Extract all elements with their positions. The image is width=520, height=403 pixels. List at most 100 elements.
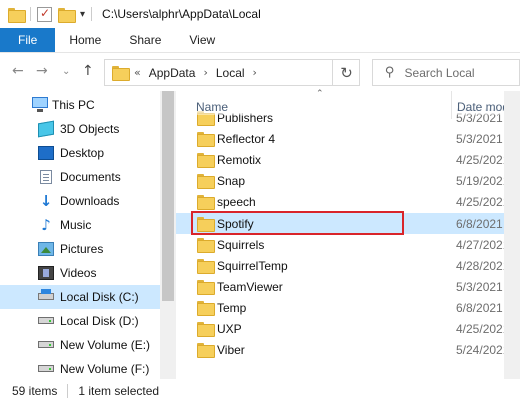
item-name: UXP bbox=[217, 322, 242, 336]
nav-label: Documents bbox=[60, 170, 121, 184]
item-name: Temp bbox=[217, 301, 247, 315]
nav-item-music[interactable]: ♪ Music bbox=[0, 213, 160, 237]
folder-icon bbox=[197, 238, 215, 253]
nav-item-videos[interactable]: Videos bbox=[0, 261, 160, 285]
list-item[interactable]: UXP 4/25/2021 12 bbox=[176, 318, 520, 339]
documents-icon bbox=[40, 170, 52, 184]
folder-icon bbox=[197, 174, 215, 189]
navigation-pane: This PC 3D Objects Desktop Documents ↓ D… bbox=[0, 91, 176, 379]
breadcrumb-local[interactable]: Local bbox=[216, 66, 245, 80]
list-item[interactable]: TeamViewer 5/3/2021 12 bbox=[176, 276, 520, 297]
back-arrow-icon[interactable]: ← bbox=[12, 63, 24, 79]
drive-icon bbox=[38, 317, 54, 324]
folder-icon bbox=[112, 66, 130, 81]
folder-icon bbox=[197, 132, 215, 147]
list-item[interactable]: speech 4/25/2021 12 bbox=[176, 191, 520, 212]
item-name: Viber bbox=[217, 343, 245, 357]
nav-item-new-volume-e[interactable]: New Volume (E:) bbox=[0, 333, 160, 357]
search-input[interactable]: ⚲ Search Local bbox=[372, 59, 520, 86]
nav-item-downloads[interactable]: ↓ Downloads bbox=[0, 189, 160, 213]
list-item[interactable]: SquirrelTemp 4/28/2021 12 bbox=[176, 255, 520, 276]
folder-icon bbox=[197, 195, 215, 210]
customize-toolbar-icon[interactable]: ▾ bbox=[80, 9, 85, 20]
item-name: Squirrels bbox=[217, 238, 265, 252]
address-bar[interactable]: « AppData › Local › bbox=[104, 59, 360, 86]
list-item[interactable]: Snap 5/19/2021 12 bbox=[176, 170, 520, 191]
drive-icon bbox=[38, 365, 54, 372]
pictures-icon bbox=[38, 242, 54, 256]
nav-label: New Volume (F:) bbox=[60, 362, 150, 376]
list-item[interactable]: Temp 6/8/2021 12 bbox=[176, 297, 520, 318]
drive-icon bbox=[38, 341, 54, 348]
selection-count: 1 item selected bbox=[78, 384, 160, 398]
nav-scrollbar[interactable] bbox=[160, 91, 176, 379]
search-icon: ⚲ bbox=[385, 65, 395, 80]
refresh-icon: ↻ bbox=[340, 63, 353, 82]
item-name: Spotify bbox=[217, 217, 254, 231]
recent-locations-icon[interactable]: ⌄ bbox=[62, 66, 70, 77]
toolbar-divider bbox=[30, 7, 31, 21]
nav-label: Local Disk (C:) bbox=[60, 290, 139, 304]
address-row: ← → ⌄ ↑ « AppData › Local › ↻ ⚲ Search L… bbox=[0, 53, 520, 91]
nav-item-local-disk-d[interactable]: Local Disk (D:) bbox=[0, 309, 160, 333]
nav-item-3d-objects[interactable]: 3D Objects bbox=[0, 117, 160, 141]
file-list: ⌃ Name Date modifi Publishers 5/3/2021 1… bbox=[176, 91, 520, 379]
computer-icon bbox=[32, 97, 48, 112]
column-name-label[interactable]: Name bbox=[196, 100, 228, 114]
forward-arrow-icon[interactable]: → bbox=[36, 63, 48, 79]
nav-label: Desktop bbox=[60, 146, 105, 160]
tab-home[interactable]: Home bbox=[55, 28, 115, 52]
nav-item-local-disk-c[interactable]: Local Disk (C:) bbox=[0, 285, 160, 309]
folder-icon bbox=[197, 259, 215, 274]
nav-item-new-volume-f[interactable]: New Volume (F:) bbox=[0, 357, 160, 379]
chevron-right-icon[interactable]: › bbox=[203, 66, 207, 79]
nav-label: Music bbox=[60, 218, 92, 232]
tab-file[interactable]: File bbox=[0, 28, 56, 52]
list-item[interactable]: Viber 5/24/2021 12 bbox=[176, 339, 520, 360]
status-bar: 59 items 1 item selected bbox=[0, 379, 520, 403]
title-divider bbox=[91, 7, 93, 21]
list-item[interactable]: Reflector 4 5/3/2021 12 bbox=[176, 128, 520, 149]
nav-item-documents[interactable]: Documents bbox=[0, 165, 160, 189]
item-count: 59 items bbox=[12, 384, 58, 398]
column-date-label[interactable]: Date modifi bbox=[457, 100, 504, 114]
item-name: TeamViewer bbox=[217, 280, 283, 294]
file-list-scrollbar[interactable] bbox=[504, 91, 520, 379]
breadcrumb-overflow[interactable]: « bbox=[134, 66, 141, 79]
nav-item-desktop[interactable]: Desktop bbox=[0, 141, 160, 165]
list-item[interactable]: Squirrels 4/27/2021 12 bbox=[176, 234, 520, 255]
folder-icon bbox=[197, 153, 215, 168]
breadcrumb-appdata[interactable]: AppData bbox=[149, 66, 196, 80]
chevron-right-icon[interactable]: › bbox=[253, 66, 257, 79]
folder-icon bbox=[197, 217, 215, 232]
downloads-icon: ↓ bbox=[39, 192, 53, 210]
properties-icon[interactable] bbox=[37, 6, 52, 22]
new-folder-icon[interactable] bbox=[58, 7, 76, 23]
nav-label: 3D Objects bbox=[60, 122, 120, 136]
ribbon-tabs: File Home Share View bbox=[0, 28, 520, 53]
column-divider[interactable] bbox=[451, 91, 452, 115]
quick-access-toolbar: ▾ bbox=[8, 6, 85, 23]
tab-share[interactable]: Share bbox=[115, 28, 175, 52]
music-icon: ♪ bbox=[41, 216, 51, 234]
list-item[interactable]: Remotix 4/25/2021 12 bbox=[176, 149, 520, 170]
item-name: Remotix bbox=[217, 153, 262, 167]
folder-icon bbox=[197, 301, 215, 316]
nav-scrollbar-thumb[interactable] bbox=[162, 91, 174, 301]
folder-icon bbox=[8, 7, 26, 23]
nav-item-pictures[interactable]: Pictures bbox=[0, 237, 160, 261]
breadcrumb: « AppData › Local › bbox=[134, 66, 265, 80]
item-name: Reflector 4 bbox=[217, 132, 276, 146]
item-name: speech bbox=[217, 195, 256, 209]
status-divider bbox=[67, 384, 69, 398]
tab-view[interactable]: View bbox=[175, 28, 229, 52]
nav-item-this-pc[interactable]: This PC bbox=[0, 93, 160, 117]
nav-label: Videos bbox=[60, 266, 97, 280]
item-name: Snap bbox=[217, 174, 246, 188]
nav-label: New Volume (E:) bbox=[60, 338, 151, 352]
up-arrow-icon[interactable]: ↑ bbox=[82, 63, 94, 79]
list-item-selected[interactable]: Spotify 6/8/2021 11 bbox=[176, 213, 520, 234]
nav-label: Local Disk (D:) bbox=[60, 314, 139, 328]
refresh-button[interactable]: ↻ bbox=[332, 59, 360, 86]
nav-label: Downloads bbox=[60, 194, 120, 208]
